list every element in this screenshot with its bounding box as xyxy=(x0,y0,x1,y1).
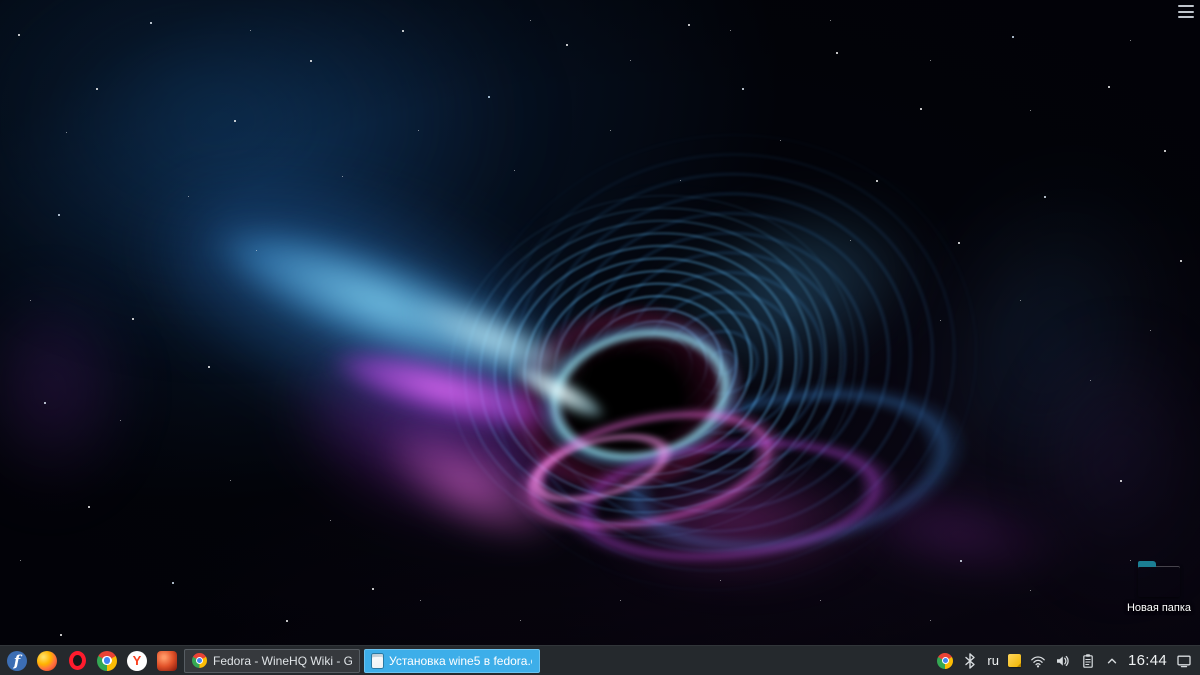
chrome-icon xyxy=(192,653,207,668)
wallpaper xyxy=(0,0,1200,675)
tray-bluetooth[interactable] xyxy=(962,652,978,669)
tray-notes[interactable] xyxy=(1007,654,1021,667)
desktop-screen: Новая папка f Y Fedora - WineHQ Wiki - G… xyxy=(0,0,1200,675)
keyboard-layout-label: ru xyxy=(987,653,999,668)
wifi-icon xyxy=(1031,655,1045,667)
document-icon xyxy=(372,653,383,668)
tray-clipboard[interactable] xyxy=(1080,653,1096,669)
chevron-up-icon xyxy=(1107,658,1117,663)
notes-icon xyxy=(1007,654,1021,667)
tray-wifi[interactable] xyxy=(1030,653,1046,669)
chrome-icon xyxy=(937,652,954,669)
bluetooth-icon xyxy=(965,652,976,669)
desktop-folder-new-folder[interactable]: Новая папка xyxy=(1114,560,1200,614)
taskbar-panel: f Y Fedora - WineHQ Wiki - Goo... Устано… xyxy=(0,645,1200,675)
launcher-app6[interactable] xyxy=(154,648,180,674)
chrome-icon xyxy=(97,650,117,671)
clipboard-icon xyxy=(1083,653,1093,668)
tray-keyboard-layout[interactable]: ru xyxy=(987,653,999,668)
folder-label: Новая папка xyxy=(1126,602,1192,614)
red-app-icon xyxy=(157,650,177,671)
volume-icon xyxy=(1056,655,1069,666)
system-tray: ru 16:44 xyxy=(937,652,1196,669)
fedora-logo-icon: f xyxy=(7,650,27,671)
folder-icon xyxy=(1138,561,1180,597)
launcher-chrome[interactable] xyxy=(94,648,120,674)
desktop-toolbox-hamburger-icon[interactable] xyxy=(1178,5,1194,18)
task-label: Fedora - WineHQ Wiki - Goo... xyxy=(213,653,352,668)
monitor-icon xyxy=(1177,655,1191,667)
tray-chrome[interactable] xyxy=(937,652,954,669)
task-label: Установка wine5 в fedora.o... xyxy=(389,653,532,668)
task-button-wine5-install-active[interactable]: Установка wine5 в fedora.o... xyxy=(364,648,540,673)
tray-expand[interactable] xyxy=(1105,654,1119,668)
launcher-opera[interactable] xyxy=(64,648,90,674)
launcher-yandex-browser[interactable]: Y xyxy=(124,648,150,674)
launcher-fedora-menu[interactable]: f xyxy=(4,648,30,674)
launcher-firefox[interactable] xyxy=(34,648,60,674)
tray-volume[interactable] xyxy=(1055,653,1071,669)
stars-dim xyxy=(0,0,1,1)
show-desktop-button[interactable] xyxy=(1176,653,1192,669)
clock[interactable]: 16:44 xyxy=(1128,652,1167,669)
yandex-browser-icon: Y xyxy=(127,650,147,671)
task-button-winehq-wiki[interactable]: Fedora - WineHQ Wiki - Goo... xyxy=(184,648,360,673)
opera-icon xyxy=(68,651,86,670)
firefox-icon xyxy=(37,650,57,671)
